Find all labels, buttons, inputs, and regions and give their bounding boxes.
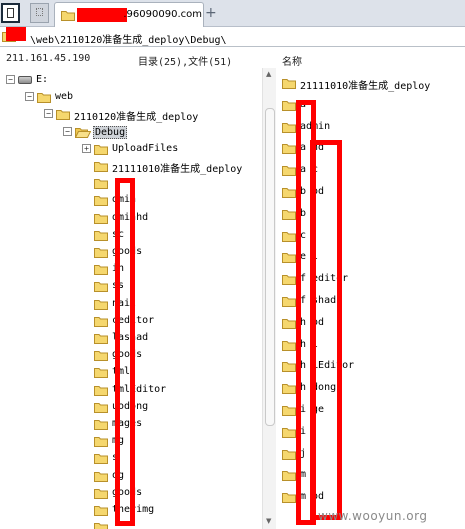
folder-icon — [94, 350, 108, 362]
expand-icon[interactable]: + — [82, 143, 91, 153]
folder-icon — [282, 405, 296, 416]
folder-icon — [94, 213, 108, 224]
drive-icon — [18, 76, 32, 84]
folder-icon — [61, 10, 75, 21]
folder-icon — [282, 165, 296, 177]
folder-icon — [94, 402, 108, 413]
tree-item-label: 21111010准备生成_deploy — [112, 164, 243, 175]
redaction-mark — [310, 140, 342, 520]
tree-item-label: E: — [36, 74, 49, 85]
folder-open-icon — [75, 127, 91, 138]
scroll-up-icon[interactable]: ▲ — [266, 70, 271, 78]
pane-toggle-button[interactable] — [30, 3, 49, 23]
folder-icon — [94, 522, 108, 529]
tab-title: .96090090.com — [123, 9, 202, 20]
folder-icon — [282, 470, 296, 482]
tree-item-label: Debug — [93, 125, 128, 139]
tree-item[interactable]: − Debug — [0, 123, 262, 140]
collapse-icon[interactable]: − — [44, 109, 53, 119]
watermark: www.wooyun.org — [318, 509, 428, 523]
folder-icon — [282, 296, 296, 307]
folder-icon — [282, 122, 296, 133]
folder-icon — [282, 274, 296, 286]
folder-icon — [37, 92, 51, 104]
folder-icon — [94, 488, 108, 499]
server-ip: 211.161.45.190 — [6, 53, 91, 64]
folder-icon — [282, 383, 296, 395]
collapse-icon[interactable]: − — [6, 75, 15, 84]
folder-icon — [94, 299, 108, 310]
tree-item-label: 2110120准备生成_deploy — [74, 112, 199, 124]
folder-icon — [94, 281, 108, 293]
tree-item-label: UploadFiles — [112, 142, 179, 154]
folder-icon — [94, 367, 108, 379]
tree-item[interactable]: − 2110120准备生成_deploy — [0, 105, 262, 124]
folder-icon — [282, 427, 296, 438]
folder-icon — [94, 385, 108, 396]
tab-bar: .96090090.com + — [0, 0, 465, 27]
window-toggle-button[interactable] — [1, 3, 20, 23]
tree-item[interactable]: + UploadFiles — [0, 140, 262, 157]
tab-site[interactable]: .96090090.com — [54, 2, 204, 27]
folder-icon — [94, 264, 108, 276]
tree-item[interactable]: − web — [0, 88, 262, 105]
folder-icon — [94, 161, 108, 172]
collapse-icon[interactable]: − — [25, 92, 34, 102]
status-row: 211.161.45.190 目录(25),文件(51) 名称 — [0, 48, 465, 68]
scroll-down-icon[interactable]: ▼ — [266, 517, 271, 525]
folder-icon — [94, 195, 108, 207]
folder-icon — [56, 109, 70, 121]
folder-icon — [94, 505, 108, 516]
folder-icon — [282, 100, 296, 111]
new-tab-button[interactable]: + — [205, 5, 217, 21]
folder-icon — [282, 209, 296, 220]
redaction-mark — [6, 27, 26, 41]
path-bar[interactable]: \web\2110120准备生成_deploy\Debug\ — [0, 27, 465, 47]
folder-icon — [282, 361, 296, 373]
folder-icon — [282, 78, 296, 89]
folder-icon — [282, 231, 296, 242]
column-header-name[interactable]: 名称 — [282, 53, 302, 68]
tree-scrollbar[interactable]: ▲ ▼ — [262, 68, 276, 529]
folder-icon — [94, 419, 108, 430]
redaction-mark — [115, 178, 135, 526]
folder-icon — [282, 318, 296, 329]
folder-icon — [282, 492, 296, 504]
folder-icon — [94, 453, 108, 465]
collapse-icon[interactable]: − — [63, 126, 72, 136]
folder-icon — [94, 333, 108, 344]
folder-icon — [94, 178, 108, 190]
folder-icon — [94, 247, 108, 258]
folder-icon — [282, 187, 296, 198]
list-item[interactable]: 21111010准备生成_deploy — [277, 73, 465, 92]
tree-item[interactable]: − E: — [0, 71, 262, 88]
folder-icon — [94, 230, 108, 241]
item-count: 目录(25),文件(51) — [138, 57, 233, 68]
folder-icon — [94, 471, 108, 482]
folder-icon — [282, 252, 296, 264]
scrollbar-thumb[interactable] — [265, 108, 275, 426]
folder-icon — [282, 449, 296, 460]
tree-item-label: web — [55, 91, 74, 103]
folder-icon — [94, 436, 108, 448]
tree-item[interactable]: 21111010准备生成_deploy — [0, 157, 262, 175]
folder-icon — [282, 143, 296, 155]
folder-icon — [94, 144, 108, 155]
folder-icon — [94, 316, 108, 327]
list-item-label: 21111010准备生成_deploy — [300, 81, 431, 92]
current-path[interactable]: \web\2110120准备生成_deploy\Debug\ — [30, 31, 227, 46]
folder-icon — [282, 340, 296, 351]
